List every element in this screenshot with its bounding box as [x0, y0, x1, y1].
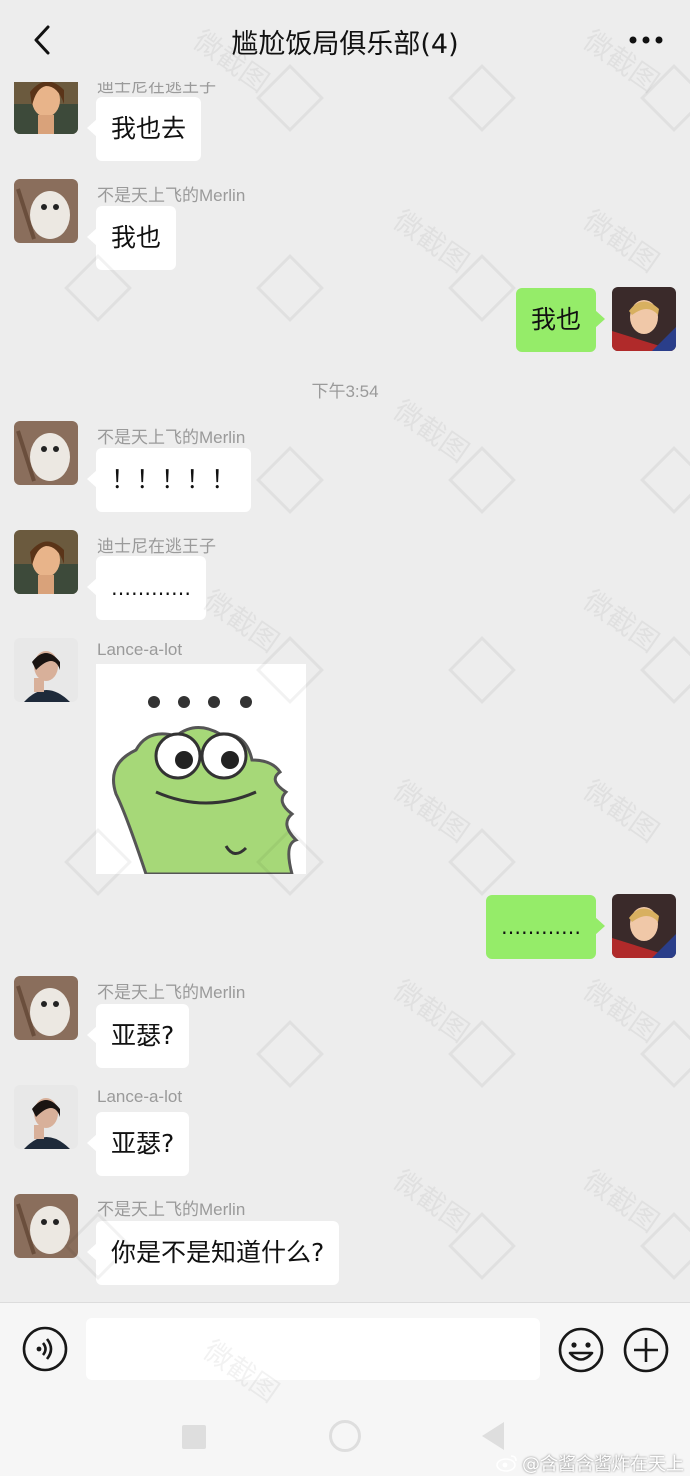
message-bubble[interactable]: 你是不是知道什么? [86, 1221, 340, 1285]
frog-sticker[interactable] [96, 664, 306, 874]
chat-title: 尴尬饭局俱乐部(4) [231, 28, 459, 60]
emoji-button[interactable] [557, 1326, 605, 1374]
chevron-left-icon [34, 25, 50, 55]
sender-name: Lance-a-lot [97, 640, 183, 659]
message-bubble-outgoing[interactable]: 我也 [515, 288, 606, 352]
weibo-icon [496, 1455, 517, 1472]
message-bubble[interactable]: ！！！！！ [86, 448, 252, 512]
chat-header: 尴尬饭局俱乐部(4) [0, 0, 690, 82]
sender-name: 不是天上飞的Merlin [97, 186, 246, 205]
voice-icon [22, 1326, 68, 1372]
sender-name: 不是天上飞的Merlin [97, 428, 246, 447]
message-input[interactable] [86, 1318, 540, 1380]
avatar-self[interactable] [612, 287, 676, 351]
weibo-credit: @含酱含酱炸在天上 [496, 1450, 684, 1476]
recent-apps-button[interactable] [182, 1425, 206, 1449]
nav-back-button[interactable] [482, 1422, 504, 1450]
avatar-lance[interactable] [14, 638, 78, 702]
message-bubble[interactable]: 亚瑟? [86, 1004, 190, 1068]
message-bubble-outgoing[interactable]: ………… [486, 895, 605, 959]
message-bubble[interactable]: 亚瑟? [86, 1112, 190, 1176]
sender-name: 迪士尼在逃王子 [97, 537, 216, 556]
plus-button[interactable] [622, 1326, 670, 1374]
avatar-merlin[interactable] [14, 421, 78, 485]
sender-name: 不是天上飞的Merlin [97, 983, 246, 1002]
plus-icon [623, 1327, 669, 1373]
back-button[interactable] [22, 20, 62, 60]
sender-name: 不是天上飞的Merlin [97, 1200, 246, 1219]
home-button[interactable] [329, 1420, 361, 1452]
avatar-disney-prince[interactable] [14, 530, 78, 594]
timestamp: 下午3:54 [311, 382, 379, 401]
avatar-self[interactable] [612, 894, 676, 958]
chat-message-list[interactable]: 迪士尼在逃王子 我也去 不是天上飞的Merlin 我也 我也 下午3:54 不是… [0, 0, 690, 1300]
more-dots-icon [629, 36, 663, 44]
message-bubble[interactable]: 我也 [86, 206, 177, 270]
avatar-merlin[interactable] [14, 976, 78, 1040]
sender-name: Lance-a-lot [97, 1087, 183, 1106]
more-button[interactable] [624, 22, 668, 58]
avatar-merlin[interactable] [14, 1194, 78, 1258]
avatar-lance[interactable] [14, 1085, 78, 1149]
message-bubble[interactable]: 我也去 [86, 97, 202, 161]
input-bar [0, 1302, 690, 1398]
voice-button[interactable] [22, 1326, 68, 1372]
emoji-icon [558, 1327, 604, 1373]
credit-text: @含酱含酱炸在天上 [522, 1454, 684, 1475]
message-bubble[interactable]: ………… [87, 556, 206, 620]
avatar-merlin[interactable] [14, 179, 78, 243]
